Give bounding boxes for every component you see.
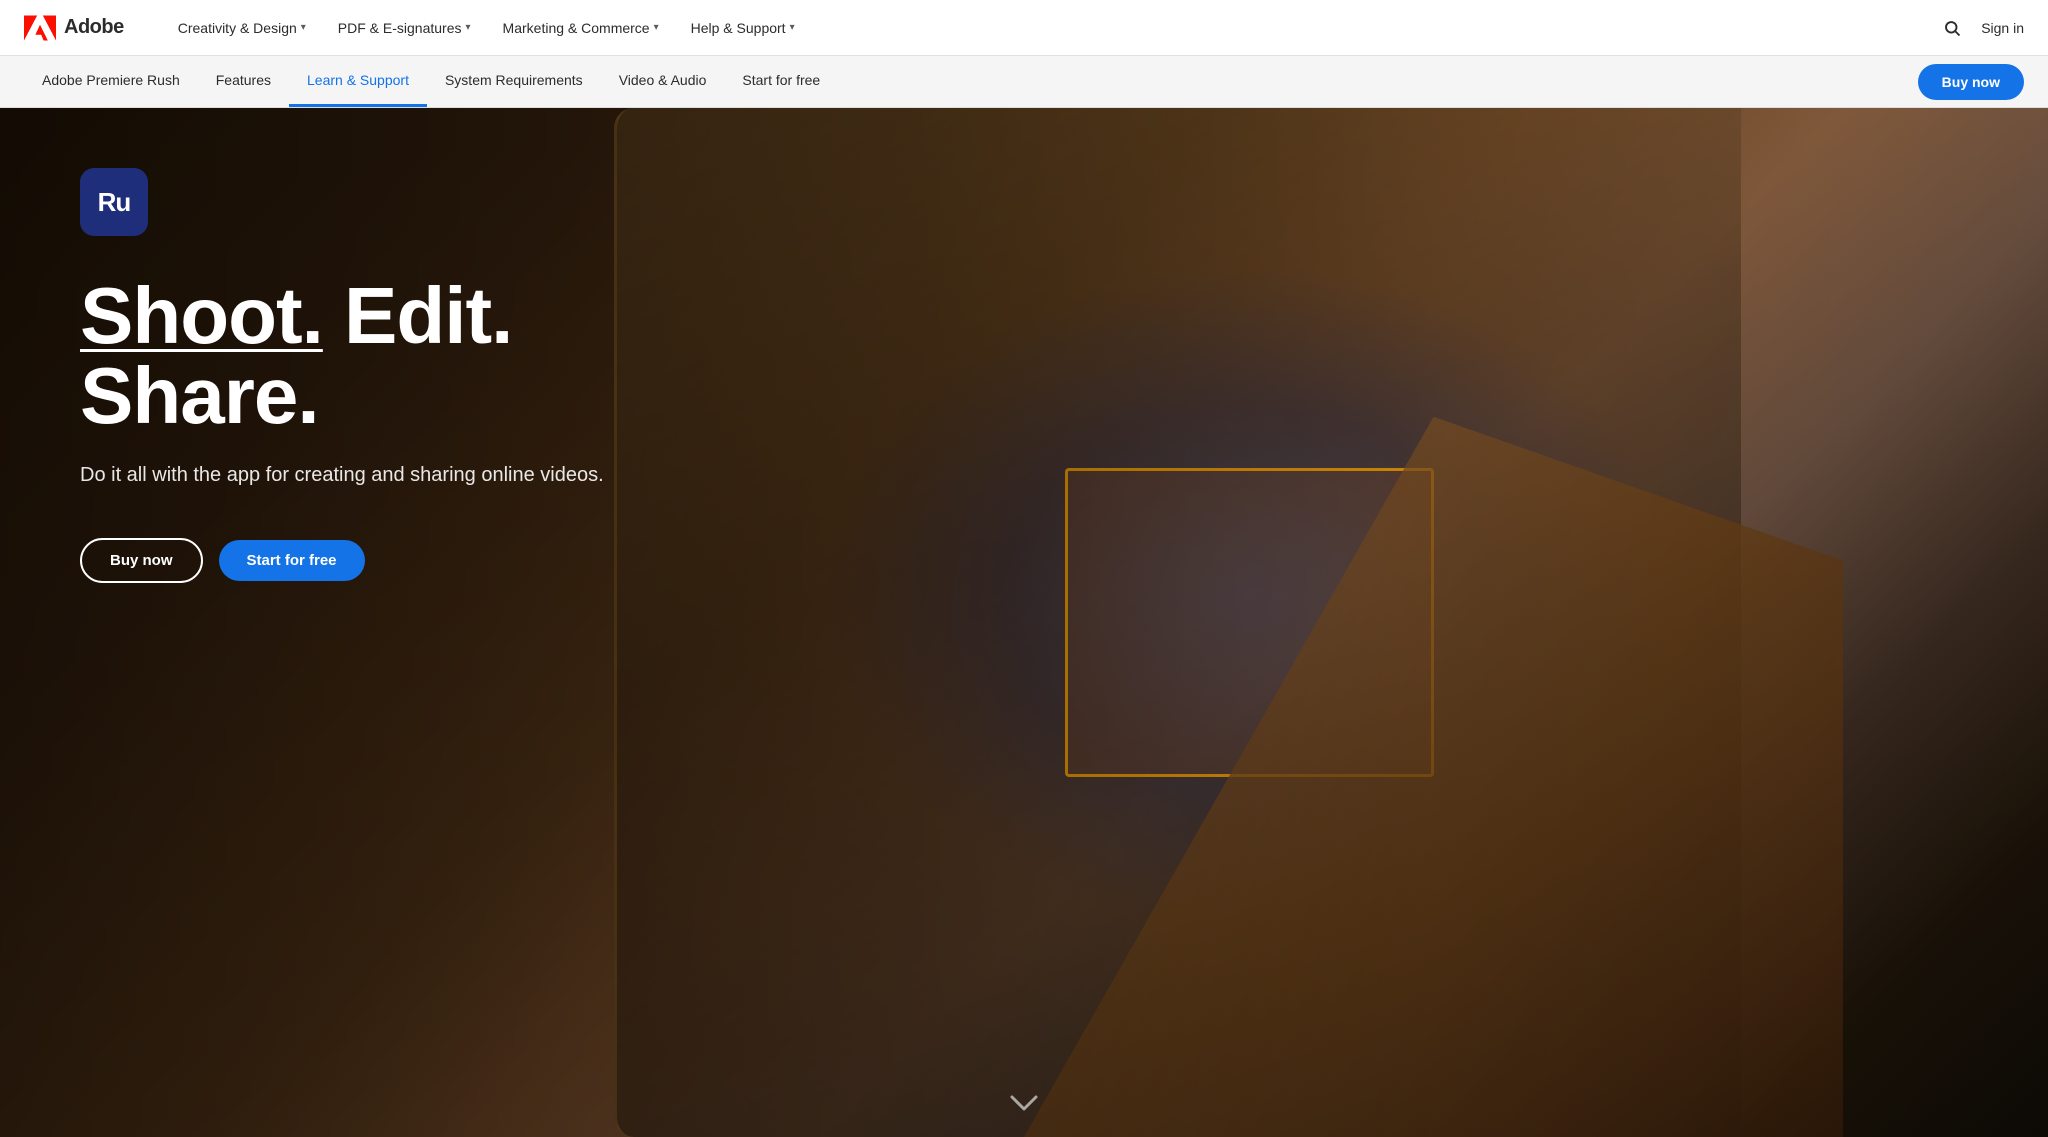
nav-help-support[interactable]: Help & Support ▾: [677, 12, 809, 44]
chevron-down-icon: ▾: [466, 22, 471, 33]
top-nav-right: Sign in: [1943, 19, 2024, 37]
top-nav-links: Creativity & Design ▾ PDF & E-signatures…: [164, 12, 1943, 44]
subnav-video-audio[interactable]: Video & Audio: [601, 56, 725, 107]
chevron-down-icon: ▾: [790, 22, 795, 33]
sign-in-link[interactable]: Sign in: [1981, 20, 2024, 36]
nav-pdf-esignatures[interactable]: PDF & E-signatures ▾: [324, 12, 485, 44]
chevron-down-icon: ▾: [654, 22, 659, 33]
nav-marketing-commerce[interactable]: Marketing & Commerce ▾: [489, 12, 673, 44]
hero-section: Ru Shoot. Edit. Share. Do it all with th…: [0, 108, 2048, 1137]
hero-buy-now-button[interactable]: Buy now: [80, 538, 203, 583]
chevron-down-scroll-icon: [1008, 1093, 1040, 1113]
hero-subtitle: Do it all with the app for creating and …: [80, 460, 620, 490]
scroll-indicator: [1008, 1093, 1040, 1113]
subnav-features[interactable]: Features: [198, 56, 289, 107]
chevron-down-icon: ▾: [301, 22, 306, 33]
top-navigation: Adobe Creativity & Design ▾ PDF & E-sign…: [0, 0, 2048, 56]
subnav-buy-now-button[interactable]: Buy now: [1918, 64, 2024, 100]
product-icon: Ru: [80, 168, 148, 236]
hero-content: Ru Shoot. Edit. Share. Do it all with th…: [0, 108, 700, 643]
product-sub-navigation: Adobe Premiere Rush Features Learn & Sup…: [0, 56, 2048, 108]
hero-title: Shoot. Edit. Share.: [80, 276, 620, 436]
search-icon: [1943, 19, 1961, 37]
subnav-start-for-free[interactable]: Start for free: [724, 56, 838, 107]
adobe-wordmark: Adobe: [64, 16, 124, 39]
hero-buttons: Buy now Start for free: [80, 538, 620, 583]
hero-start-free-button[interactable]: Start for free: [219, 540, 365, 581]
adobe-logo-icon: [24, 14, 56, 42]
nav-creativity-design[interactable]: Creativity & Design ▾: [164, 12, 320, 44]
subnav-system-requirements[interactable]: System Requirements: [427, 56, 601, 107]
search-button[interactable]: [1943, 19, 1961, 37]
hero-title-underline: Shoot.: [80, 271, 323, 360]
adobe-logo[interactable]: Adobe: [24, 14, 124, 42]
subnav-learn-support[interactable]: Learn & Support: [289, 56, 427, 107]
subnav-premiere-rush[interactable]: Adobe Premiere Rush: [24, 56, 198, 107]
